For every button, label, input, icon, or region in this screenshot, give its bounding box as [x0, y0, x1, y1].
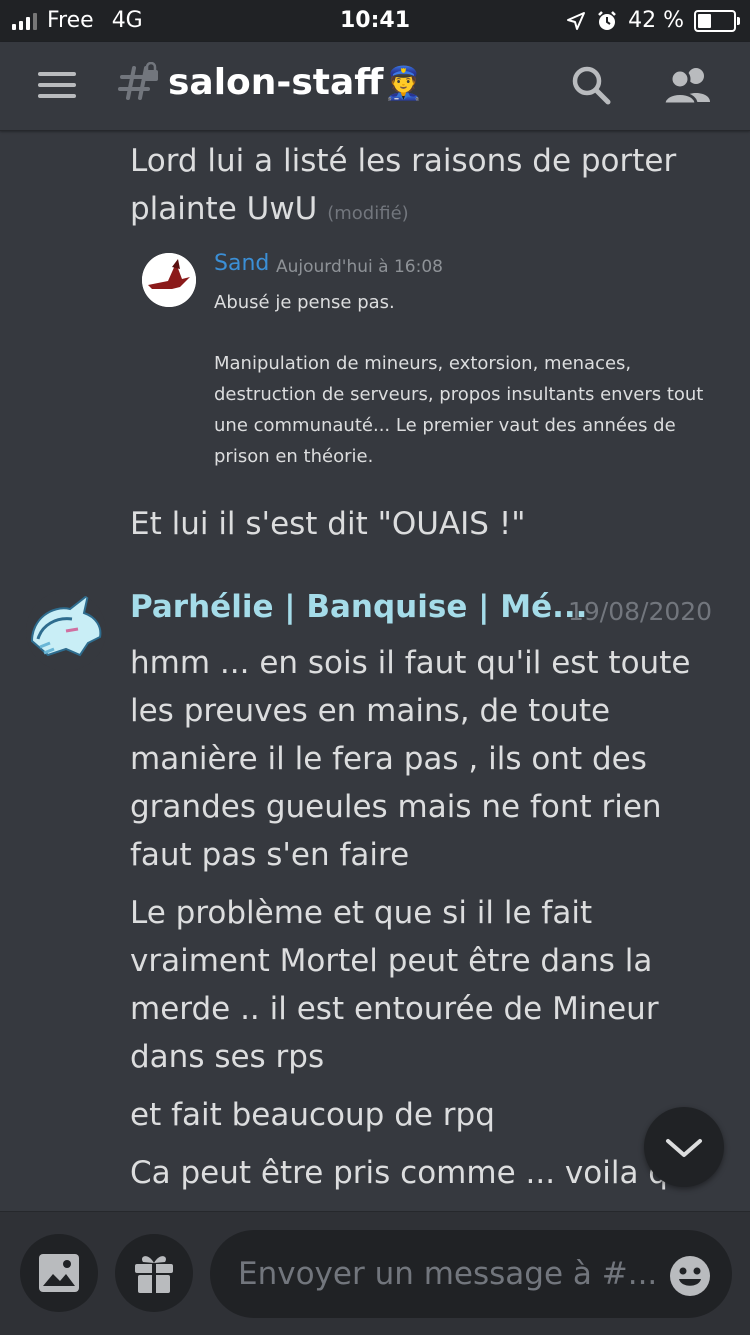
message-author[interactable]: Parhélie | Banquise | Mé... [130, 589, 587, 625]
message-item: Ca peut être pris comme ... voila q... [130, 1155, 698, 1191]
edited-label: (modifié) [327, 203, 409, 224]
alarm-clock-icon [598, 10, 616, 30]
gift-icon [135, 1256, 173, 1293]
message-item: et fait beaucoup de rpq [130, 1097, 495, 1133]
message-list[interactable]: Lord lui a listé les raisons de porter p… [0, 131, 750, 1211]
message-timestamp: 19/08/2020 [568, 597, 713, 626]
police-officer-emoji: 👮 [383, 64, 424, 102]
chevron-down-icon [666, 1139, 702, 1157]
message-item: hmm ... en sois il faut qu'il est toute … [130, 645, 691, 873]
quote-line: Abusé je pense pas. [214, 292, 395, 313]
upload-image-button[interactable] [20, 1234, 98, 1312]
message-item: Lord lui a listé les raisons de porter p… [130, 137, 710, 238]
quote-line: Manipulation de mineurs, extorsion, mena… [214, 353, 704, 467]
battery-percent: 42 % [628, 8, 684, 33]
location-arrow-icon [567, 11, 586, 30]
message-composer: Envoyer un message à #... [0, 1211, 750, 1335]
quoted-image[interactable]: Sand Aujourd'hui à 16:08 Abusé je pense … [140, 247, 720, 477]
quote-author: Sand [214, 251, 270, 276]
dragon-avatar [142, 253, 196, 307]
message-item: Et lui il s'est dit "OUAIS !" [130, 506, 526, 542]
jump-to-bottom-button[interactable] [644, 1107, 724, 1187]
search-icon[interactable] [570, 64, 614, 108]
emoji-icon[interactable] [668, 1254, 712, 1298]
channel-title: salon-staff👮 [168, 62, 423, 103]
user-avatar[interactable] [26, 591, 106, 671]
status-bar: Free 4G 10:41 42 % [0, 0, 750, 42]
members-icon[interactable] [662, 64, 714, 108]
quote-body: Abusé je pense pas. Manipulation de mine… [214, 287, 714, 472]
channel-name-text: salon-staff [168, 62, 384, 103]
message-item: Le problème et que si il le fait vraimen… [130, 895, 659, 1075]
gift-button[interactable] [115, 1234, 193, 1312]
message-input-placeholder: Envoyer un message à #... [238, 1256, 658, 1292]
channel-header: salon-staff👮 [0, 42, 750, 131]
locked-channel-icon [118, 61, 160, 111]
image-icon [39, 1254, 79, 1292]
status-right: 42 % [566, 8, 740, 33]
menu-icon[interactable] [38, 72, 76, 98]
quote-date: Aujourd'hui à 16:08 [276, 257, 443, 277]
battery-icon [694, 9, 740, 32]
